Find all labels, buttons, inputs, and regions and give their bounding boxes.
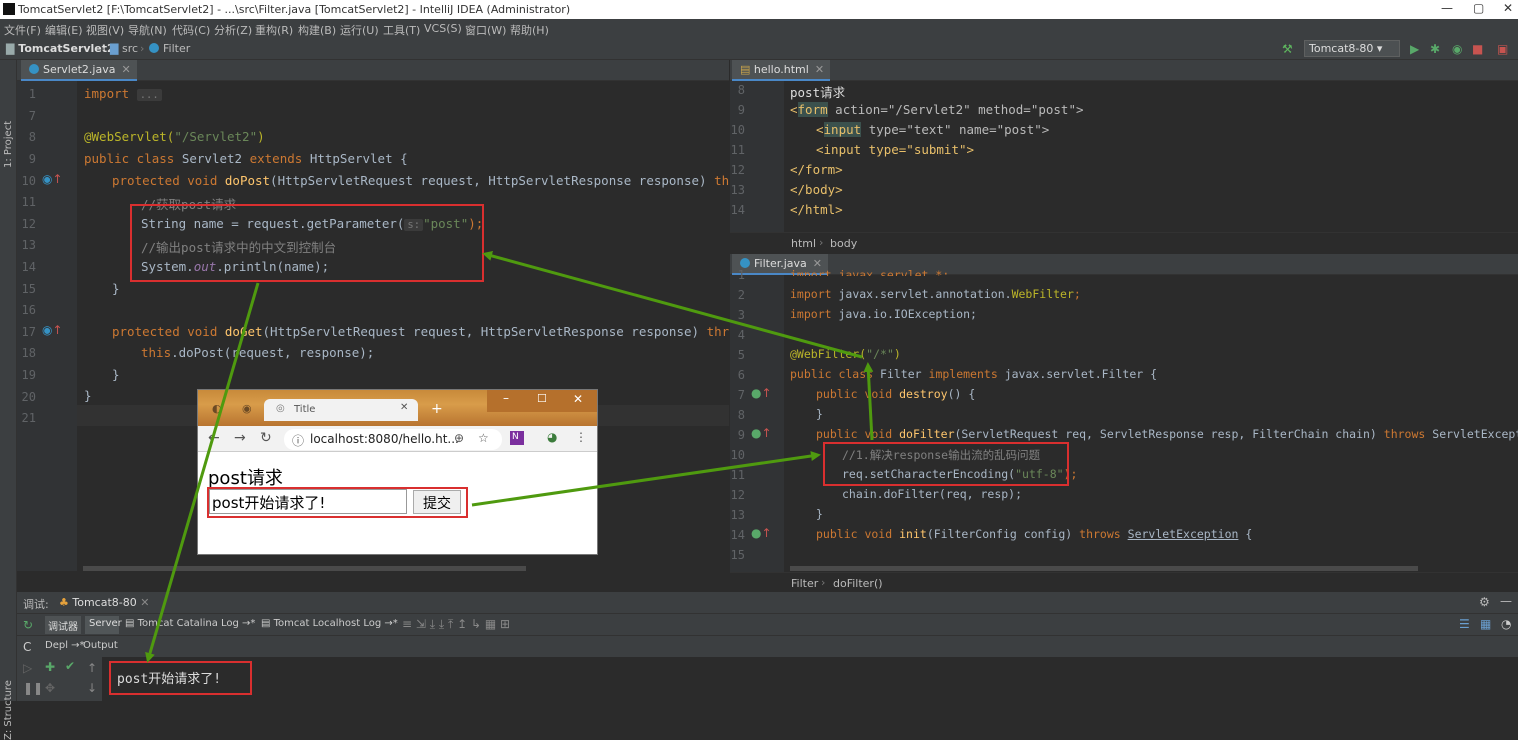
arrow-servlet-to-console [145, 282, 260, 663]
annotation-arrows [145, 251, 874, 663]
arrow-filter-to-annotation [863, 362, 874, 441]
arrow-form-to-filter [471, 451, 821, 507]
arrow-annotation-to-servlet [482, 251, 863, 359]
